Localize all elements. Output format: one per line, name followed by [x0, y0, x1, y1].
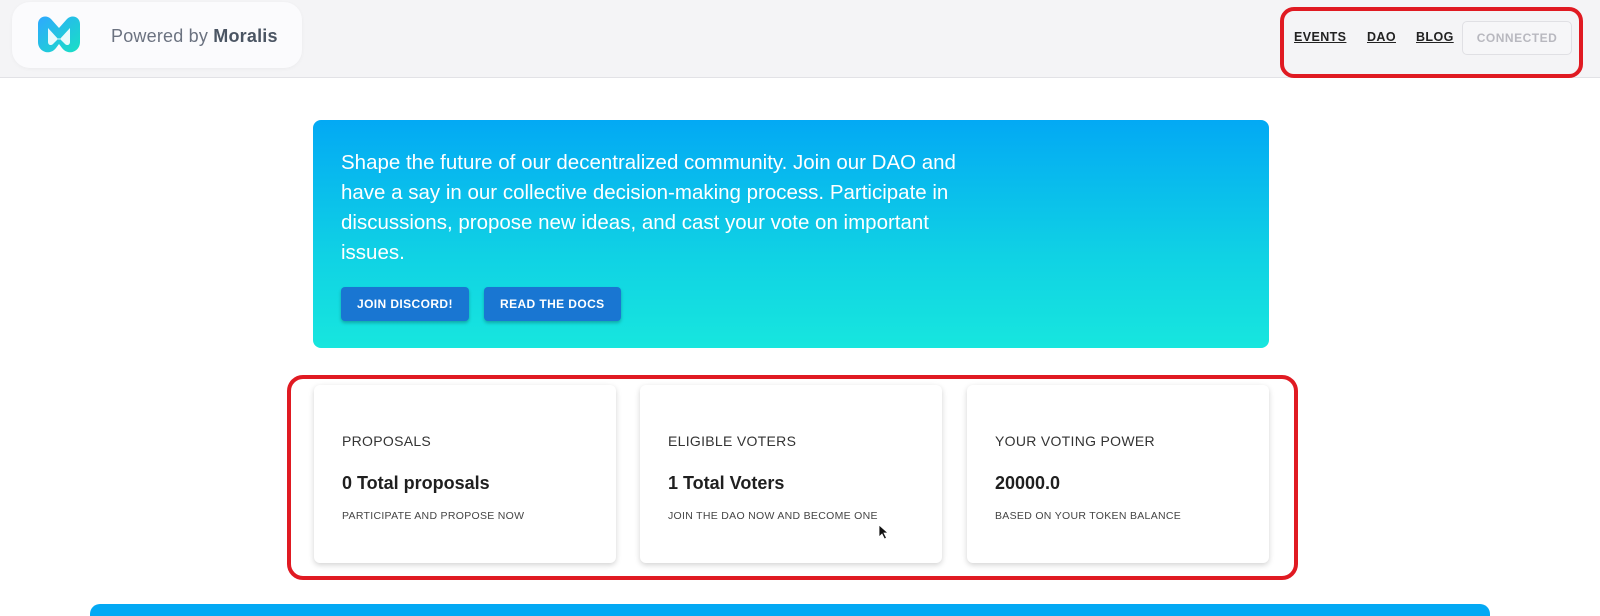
join-discord-button[interactable]: JOIN DISCORD!	[341, 287, 469, 321]
top-navbar: Powered by Moralis EVENTS DAO BLOG CONNE…	[0, 0, 1600, 78]
stat-subtitle: PARTICIPATE AND PROPOSE NOW	[342, 510, 525, 522]
stat-title: PROPOSALS	[342, 433, 432, 449]
hero-text: Shape the future of our decentralized co…	[341, 151, 956, 264]
stat-value: 20000.0	[995, 473, 1061, 493]
nav-link-blog[interactable]: BLOG	[1416, 30, 1454, 44]
stat-title: ELIGIBLE VOTERS	[668, 433, 797, 449]
next-section-banner-edge	[90, 604, 1490, 616]
stat-card-proposals: PROPOSALS 0 Total proposals PARTICIPATE …	[314, 385, 616, 563]
stat-card-voting-power: YOUR VOTING POWER 20000.0 BASED ON YOUR …	[967, 385, 1269, 563]
hero-banner: Shape the future of our decentralized co…	[313, 120, 1269, 348]
brand-prefix: Powered by	[111, 26, 209, 46]
moralis-logo-icon	[38, 16, 80, 53]
stat-title: YOUR VOTING POWER	[995, 433, 1155, 449]
brand-badge[interactable]: Powered by Moralis	[12, 2, 302, 68]
connected-button[interactable]: CONNECTED	[1462, 21, 1572, 55]
brand-text: Powered by Moralis	[111, 26, 278, 47]
stat-card-eligible-voters: ELIGIBLE VOTERS 1 Total Voters JOIN THE …	[640, 385, 942, 563]
nav-link-events[interactable]: EVENTS	[1294, 30, 1346, 44]
brand-name: Moralis	[213, 26, 278, 46]
stat-value: 1 Total Voters	[668, 473, 785, 493]
stat-value: 0 Total proposals	[342, 473, 490, 493]
mouse-pointer-icon	[878, 524, 890, 540]
read-the-docs-button[interactable]: READ THE DOCS	[484, 287, 621, 321]
nav-link-dao[interactable]: DAO	[1367, 30, 1396, 44]
stat-subtitle: BASED ON YOUR TOKEN BALANCE	[995, 510, 1182, 522]
stat-subtitle: JOIN THE DAO NOW AND BECOME ONE	[668, 510, 878, 522]
